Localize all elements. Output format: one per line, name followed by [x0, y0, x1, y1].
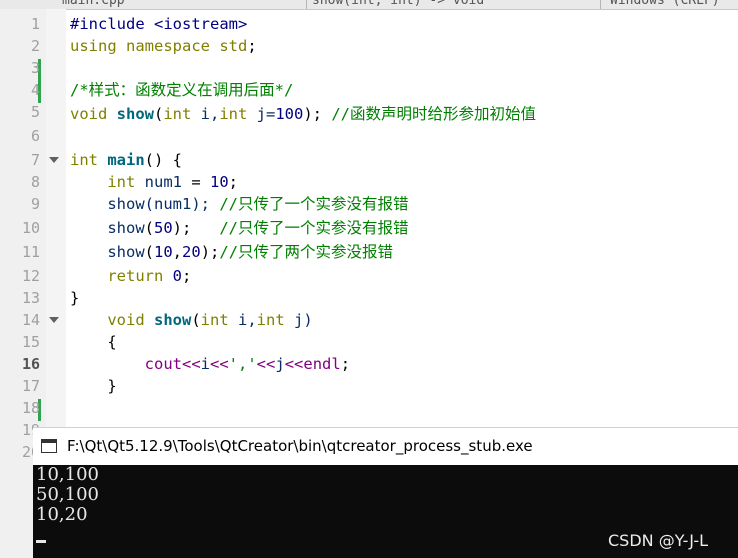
- code-line: int num1 = 10;: [70, 173, 238, 191]
- line-number: 1: [30, 15, 40, 33]
- editor-tab-strip: main.cpp show(int, int) -> void Windows …: [0, 0, 738, 10]
- current-line-number: 16: [21, 355, 40, 373]
- line-number: 12: [21, 267, 40, 285]
- code-line: using namespace std;: [70, 37, 257, 55]
- line-number: 15: [21, 333, 40, 351]
- line-ending-selector[interactable]: Windows (CRLF): [610, 0, 720, 8]
- console-title: F:\Qt\Qt5.12.9\Tools\QtCreator\bin\qtcre…: [67, 437, 533, 455]
- symbol-selector[interactable]: show(int, int) -> void: [312, 0, 484, 8]
- code-line: {: [70, 333, 117, 351]
- line-number: 8: [30, 173, 40, 191]
- line-number: 14: [21, 311, 40, 329]
- fold-arrow-icon[interactable]: [49, 317, 59, 323]
- code-line: show(num1); //只传了一个实参没有报错: [70, 195, 409, 213]
- line-number: 4: [30, 81, 40, 99]
- line-number: 7: [30, 151, 40, 169]
- code-line: return 0;: [70, 267, 192, 285]
- tab-divider: [600, 0, 601, 9]
- console-window[interactable]: F:\Qt\Qt5.12.9\Tools\QtCreator\bin\qtcre…: [33, 427, 738, 558]
- console-output-line: 50,100: [36, 484, 99, 505]
- code-line: /*样式：函数定义在调用后面*/: [70, 81, 294, 99]
- line-number: 2: [30, 37, 40, 55]
- console-title-bar[interactable]: F:\Qt\Qt5.12.9\Tools\QtCreator\bin\qtcre…: [33, 427, 738, 465]
- line-number: 9: [30, 195, 40, 213]
- code-line: }: [70, 377, 117, 395]
- code-line: #include <iostream>: [70, 15, 248, 33]
- line-number: 18: [21, 399, 40, 417]
- console-output-line: 10,20: [36, 504, 88, 525]
- code-line: cout<<i<<','<<j<<endl;: [70, 355, 351, 373]
- line-number: 5: [30, 103, 40, 121]
- line-number: 3: [30, 59, 40, 77]
- line-number: 11: [21, 243, 40, 261]
- console-output-line: 10,100: [36, 464, 99, 485]
- console-window-icon: [41, 439, 57, 453]
- line-number: 17: [21, 377, 40, 395]
- console-cursor: [36, 540, 46, 543]
- code-line: }: [70, 289, 80, 307]
- code-line: void show(int i,int j): [70, 311, 313, 329]
- file-tab[interactable]: main.cpp: [62, 0, 125, 8]
- code-line: int main() {: [70, 151, 182, 169]
- line-number: 10: [21, 219, 40, 237]
- code-line: void show(int i,int j=100); //函数声明时给形参加初…: [70, 105, 537, 123]
- code-line: show(10,20);//只传了两个实参没报错: [70, 243, 394, 261]
- line-number: 6: [30, 127, 40, 145]
- line-number: 13: [21, 289, 40, 307]
- watermark: CSDN @Y-J-L: [608, 531, 709, 550]
- tab-divider: [306, 0, 307, 9]
- code-line: show(50); //只传了一个实参没有报错: [70, 219, 409, 237]
- fold-arrow-icon[interactable]: [49, 157, 59, 163]
